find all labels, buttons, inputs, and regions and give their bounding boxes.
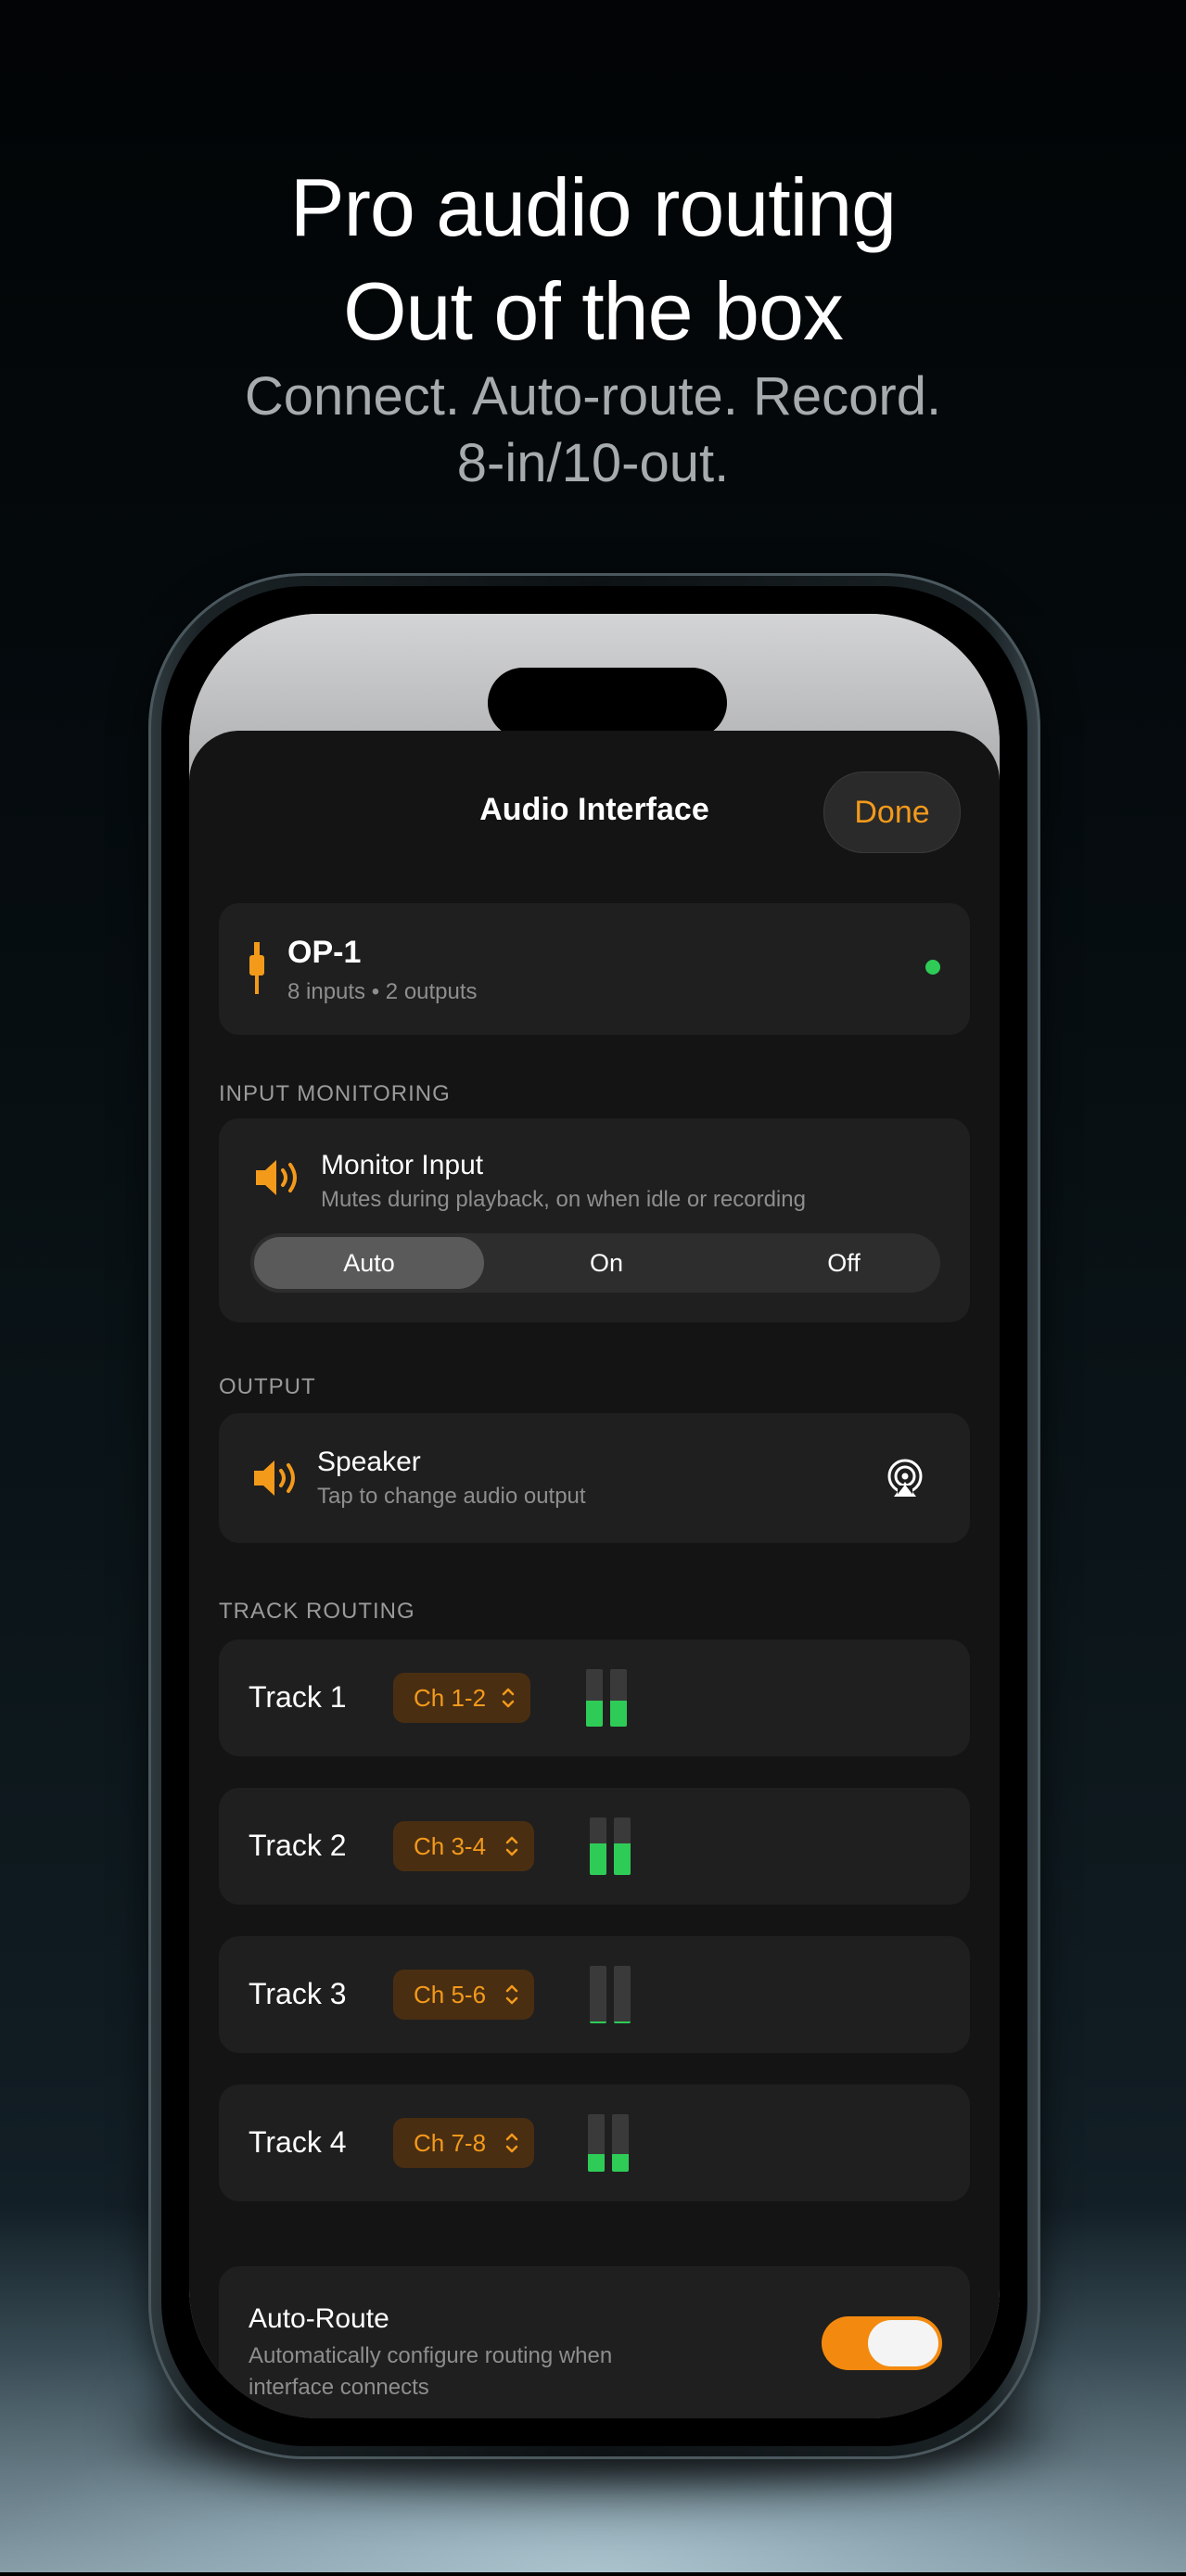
section-label-output: OUTPUT [219, 1374, 316, 1399]
device-name: OP-1 [287, 935, 362, 970]
level-meter-right [610, 1701, 627, 1727]
auto-route-toggle[interactable] [822, 2316, 942, 2370]
done-button[interactable]: Done [823, 772, 961, 853]
channel-picker[interactable]: Ch 7-8 [393, 2118, 534, 2168]
track-row: Track 3 Ch 5-6 [219, 1936, 970, 2053]
level-meter-right [612, 2154, 629, 2172]
chevron-up-down-icon [505, 2133, 518, 2153]
section-label-track-routing: TRACK ROUTING [219, 1599, 415, 1624]
auto-route-card: Auto-Route Automatically configure routi… [219, 2266, 970, 2418]
segment-on[interactable]: On [491, 1237, 721, 1289]
monitor-input-subtitle: Mutes during playback, on when idle or r… [321, 1187, 806, 1212]
track-name: Track 3 [249, 1977, 347, 2010]
level-meter-left [588, 2154, 605, 2172]
bottom-edge [0, 2572, 1186, 2576]
track-name: Track 4 [249, 2125, 347, 2159]
channel-picker[interactable]: Ch 1-2 [393, 1673, 530, 1723]
segment-auto[interactable]: Auto [254, 1237, 484, 1289]
output-subtitle: Tap to change audio output [317, 1484, 586, 1509]
audio-interface-sheet: Audio Interface Done OP-1 8 inputs • 2 o… [189, 731, 1000, 2418]
section-label-input-monitoring: INPUT MONITORING [219, 1081, 451, 1106]
speaker-icon [254, 1460, 295, 1496]
track-name: Track 1 [249, 1680, 347, 1714]
speaker-icon [256, 1160, 297, 1195]
connection-status-dot [925, 960, 940, 975]
phone-frame: Audio Interface Done OP-1 8 inputs • 2 o… [148, 573, 1040, 2459]
track-row: Track 1 Ch 1-2 [219, 1639, 970, 1756]
level-meter [588, 2114, 631, 2172]
headline-line-2: Out of the box [343, 265, 844, 357]
segment-off[interactable]: Off [729, 1237, 959, 1289]
channel-picker[interactable]: Ch 3-4 [393, 1821, 534, 1871]
channel-label: Ch 5-6 [414, 1981, 487, 2009]
toggle-knob [868, 2320, 938, 2366]
device-details: 8 inputs • 2 outputs [287, 979, 478, 1004]
headline-line-1: Pro audio routing [289, 161, 897, 253]
level-meter-left [590, 2021, 606, 2023]
chevron-up-down-icon [505, 1836, 518, 1856]
level-meter [586, 1669, 629, 1727]
channel-label: Ch 7-8 [414, 2129, 487, 2157]
level-meter-right [614, 1843, 631, 1875]
chevron-up-down-icon [502, 1688, 515, 1708]
level-meter [590, 1817, 632, 1875]
output-card[interactable]: Speaker Tap to change audio output [219, 1413, 970, 1543]
monitor-input-title: Monitor Input [321, 1150, 484, 1180]
track-name: Track 2 [249, 1829, 347, 1862]
channel-picker[interactable]: Ch 5-6 [393, 1970, 534, 2020]
track-row: Track 4 Ch 7-8 [219, 2085, 970, 2201]
monitor-mode-segmented-control: Auto On Off [250, 1233, 940, 1293]
auto-route-subtitle: Automatically configure routing when int… [249, 2343, 613, 2400]
device-card[interactable]: OP-1 8 inputs • 2 outputs [219, 903, 970, 1035]
output-title: Speaker [317, 1447, 421, 1477]
phone-bezel: Audio Interface Done OP-1 8 inputs • 2 o… [161, 586, 1027, 2446]
level-meter-left [586, 1701, 603, 1727]
level-meter-right [614, 2021, 631, 2023]
auto-route-title: Auto-Route [249, 2303, 389, 2334]
plug-icon [249, 942, 264, 994]
phone-screen: Audio Interface Done OP-1 8 inputs • 2 o… [189, 614, 1000, 2418]
monitor-input-card: Monitor Input Mutes during playback, on … [219, 1118, 970, 1322]
channel-label: Ch 1-2 [414, 1684, 487, 1712]
subtitle-line-2: 8-in/10-out. [456, 433, 730, 493]
track-row: Track 2 Ch 3-4 [219, 1788, 970, 1905]
airplay-icon[interactable] [885, 1458, 925, 1498]
dynamic-island [488, 668, 727, 738]
level-meter [590, 1966, 632, 2023]
level-meter-left [590, 1843, 606, 1875]
subtitle-line-1: Connect. Auto-route. Record. [244, 366, 942, 427]
channel-label: Ch 3-4 [414, 1832, 487, 1860]
chevron-up-down-icon [505, 1984, 518, 2005]
